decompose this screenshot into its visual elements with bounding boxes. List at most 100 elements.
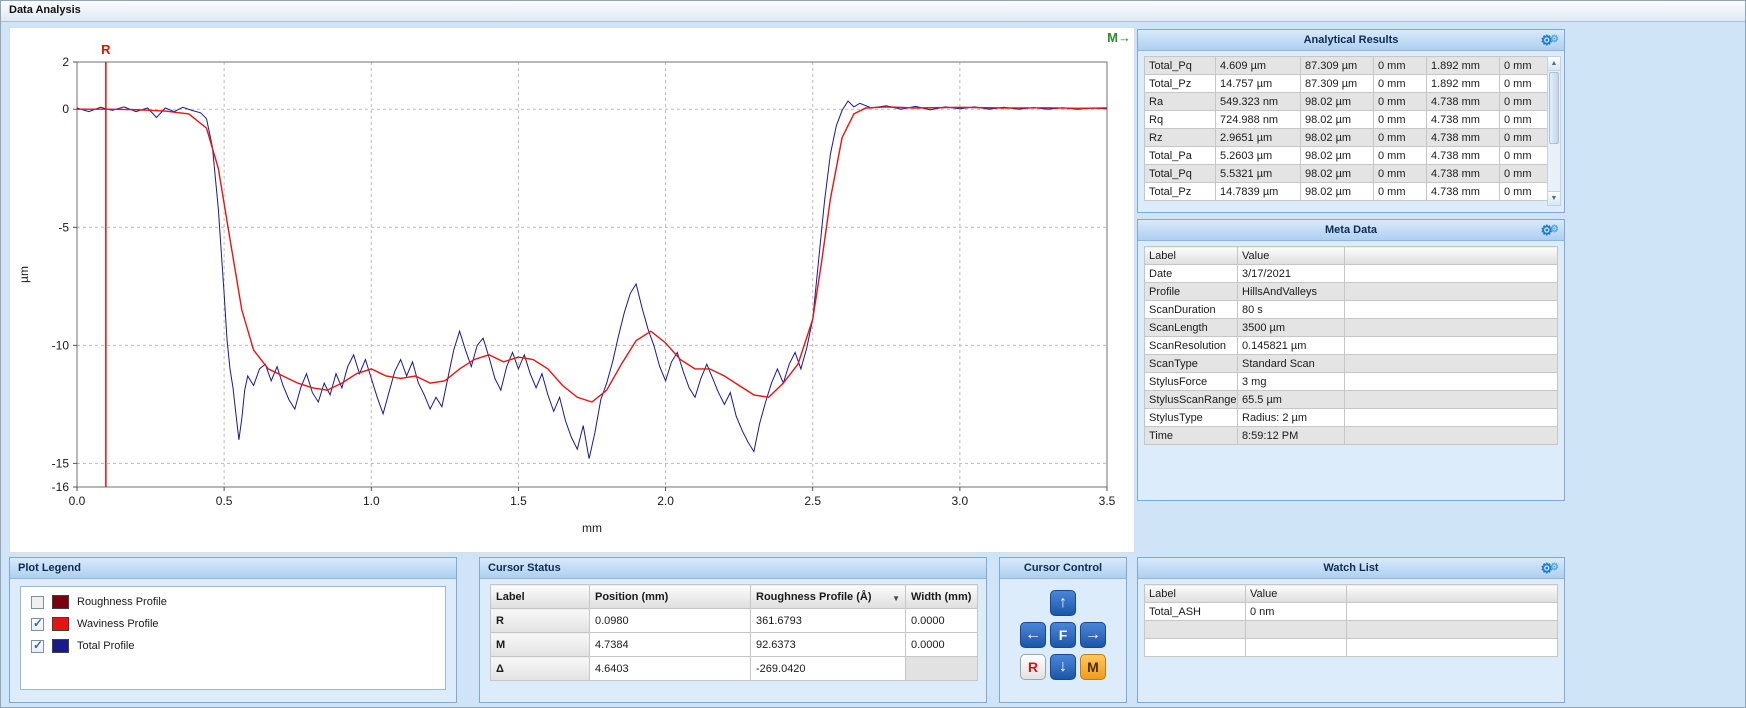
analytical-results-table[interactable]: Total_Pq4.609 µm87.309 µm0 mm1.892 mm0 m… [1144,56,1553,201]
table-cell: 14.757 µm [1216,75,1301,93]
table-cell [1347,639,1558,657]
cursor-status-table[interactable]: LabelPosition (mm)▼Roughness Profile (Å)… [490,584,978,681]
table-row[interactable]: StylusForce3 mg [1145,373,1558,391]
table-cell-filler [1345,373,1558,391]
table-row[interactable]: Total_Pz14.757 µm87.309 µm0 mm1.892 mm0 … [1145,75,1553,93]
table-cell [1246,639,1347,657]
legend-checkbox[interactable] [31,596,44,609]
scroll-thumb[interactable] [1549,72,1559,144]
column-header[interactable]: Value [1246,585,1347,603]
column-header-label: Label [1149,588,1176,600]
cursor-fine-button[interactable]: F [1050,622,1076,648]
profile-chart[interactable]: 0.00.51.01.52.02.53.03.520-5-10-15-16mmµ… [10,28,1134,552]
column-header[interactable]: Label [1145,585,1246,603]
table-row[interactable]: Ra549.323 nm98.02 µm0 mm4.738 mm0 mm555 [1145,93,1553,111]
table-cell: Time [1145,427,1238,445]
table-cell: 3/17/2021 [1238,265,1345,283]
table-cell: 0 nm [1246,603,1347,621]
table-cell: 80 s [1238,301,1345,319]
table-row[interactable]: ScanDuration80 s [1145,301,1558,319]
profile-series-line [77,107,1107,402]
gear-icon: ⚙ [1550,224,1559,235]
meta-data-table[interactable]: LabelValueDate3/17/2021ProfileHillsAndVa… [1144,246,1558,445]
column-header[interactable]: Value [1238,247,1345,265]
table-cell-filler [1345,427,1558,445]
table-cell: Rq [1145,111,1216,129]
table-cell: 0 mm [1500,147,1553,165]
cursor-down-button[interactable]: ↓ [1050,654,1076,680]
table-row[interactable]: ScanResolution0.145821 µm [1145,337,1558,355]
table-row[interactable]: Total_Pa5.2603 µm98.02 µm0 mm4.738 mm0 m… [1145,147,1553,165]
table-row[interactable]: Rq724.988 nm98.02 µm0 mm4.738 mm0 mm555 [1145,111,1553,129]
legend-checkbox[interactable] [31,618,44,631]
y-tick-label: -5 [58,220,69,234]
x-tick-label: 3.5 [1099,494,1116,508]
table-cell: 0 mm [1374,111,1427,129]
analytical-results-scrollbar[interactable]: ▲ ▼ [1547,56,1561,206]
cursor-up-button[interactable]: ↑ [1050,590,1076,616]
column-header[interactable]: Position (mm) [590,585,751,609]
scroll-down-button[interactable]: ▼ [1548,191,1560,205]
cursor-status-panel: Cursor Status LabelPosition (mm)▼Roughne… [479,557,987,703]
settings-gear-icon[interactable]: ⚙⚙ [1540,558,1559,580]
table-row[interactable]: M4.738492.63730.0000 [491,633,978,657]
column-header[interactable]: Label [491,585,590,609]
table-row[interactable]: Rz2.9651 µm98.02 µm0 mm4.738 mm0 mm555 [1145,129,1553,147]
table-cell: 4.738 mm [1427,183,1500,201]
legend-color-swatch [52,595,69,609]
table-row[interactable]: ProfileHillsAndValleys [1145,283,1558,301]
table-cell: 87.309 µm [1301,75,1374,93]
profile-chart-panel: 0.00.51.01.52.02.53.03.520-5-10-15-16mmµ… [9,27,1135,553]
table-cell: 0 mm [1500,75,1553,93]
table-row[interactable]: Time8:59:12 PM [1145,427,1558,445]
column-header[interactable]: ▼Roughness Profile (Å) [751,585,906,609]
table-row[interactable]: ScanLength3500 µm [1145,319,1558,337]
table-cell: 4.738 mm [1427,147,1500,165]
table-cell: 0 mm [1374,165,1427,183]
table-row[interactable]: Total_Pq4.609 µm87.309 µm0 mm1.892 mm0 m… [1145,57,1553,75]
scroll-up-button[interactable]: ▲ [1548,57,1560,71]
settings-gear-icon[interactable]: ⚙⚙ [1540,30,1559,52]
x-tick-label: 1.0 [363,494,380,508]
cursor-r-button[interactable]: R [1020,654,1046,680]
legend-checkbox[interactable] [31,640,44,653]
table-cell: 0 mm [1374,93,1427,111]
column-header[interactable]: Width (mm) [906,585,978,609]
x-tick-label: 0.5 [216,494,233,508]
column-header-filler [1347,585,1558,603]
table-row[interactable]: ScanTypeStandard Scan [1145,355,1558,373]
table-cell: 361.6793 [751,609,906,633]
table-header-row: LabelPosition (mm)▼Roughness Profile (Å)… [491,585,978,609]
y-tick-label: 2 [62,55,69,69]
plot-border [77,62,1107,487]
table-cell: 0 mm [1500,93,1553,111]
table-row[interactable]: StylusTypeRadius: 2 µm [1145,409,1558,427]
table-row[interactable]: Total_Pq5.5321 µm98.02 µm0 mm4.738 mm0 m… [1145,165,1553,183]
table-row[interactable]: Total_Pz14.7839 µm98.02 µm0 mm4.738 mm0 … [1145,183,1553,201]
table-cell [1145,639,1246,657]
analytical-results-panel: Analytical Results ⚙⚙ Total_Pq4.609 µm87… [1137,29,1565,213]
cursor-control-header: Cursor Control [1000,558,1126,579]
table-row[interactable]: Date3/17/2021 [1145,265,1558,283]
table-cell: 4.738 mm [1427,129,1500,147]
table-row[interactable]: Δ4.6403-269.0420 [491,657,978,681]
settings-gear-icon[interactable]: ⚙⚙ [1540,220,1559,242]
legend-label: Roughness Profile [77,596,167,608]
table-cell: Total_Pq [1145,57,1216,75]
table-row[interactable]: Total_ASH0 nm [1145,603,1558,621]
chevron-down-icon[interactable]: ▼ [892,591,900,603]
table-cell: 92.6373 [751,633,906,657]
cursor-right-button[interactable]: → [1080,622,1106,648]
table-row[interactable]: StylusScanRange65.5 µm [1145,391,1558,409]
column-header[interactable]: Label [1145,247,1238,265]
table-header-row: Label Value [1145,585,1558,603]
table-cell: StylusScanRange [1145,391,1238,409]
table-row[interactable]: R0.0980361.67930.0000 [491,609,978,633]
watch-list-table[interactable]: Label ValueTotal_ASH0 nm [1144,584,1558,657]
table-cell: 0 mm [1374,147,1427,165]
x-axis-label: mm [582,521,602,535]
x-tick-label: 2.5 [804,494,821,508]
analytical-results-header: Analytical Results ⚙⚙ [1138,30,1564,51]
cursor-left-button[interactable]: ← [1020,622,1046,648]
cursor-m-button[interactable]: M [1080,654,1106,680]
